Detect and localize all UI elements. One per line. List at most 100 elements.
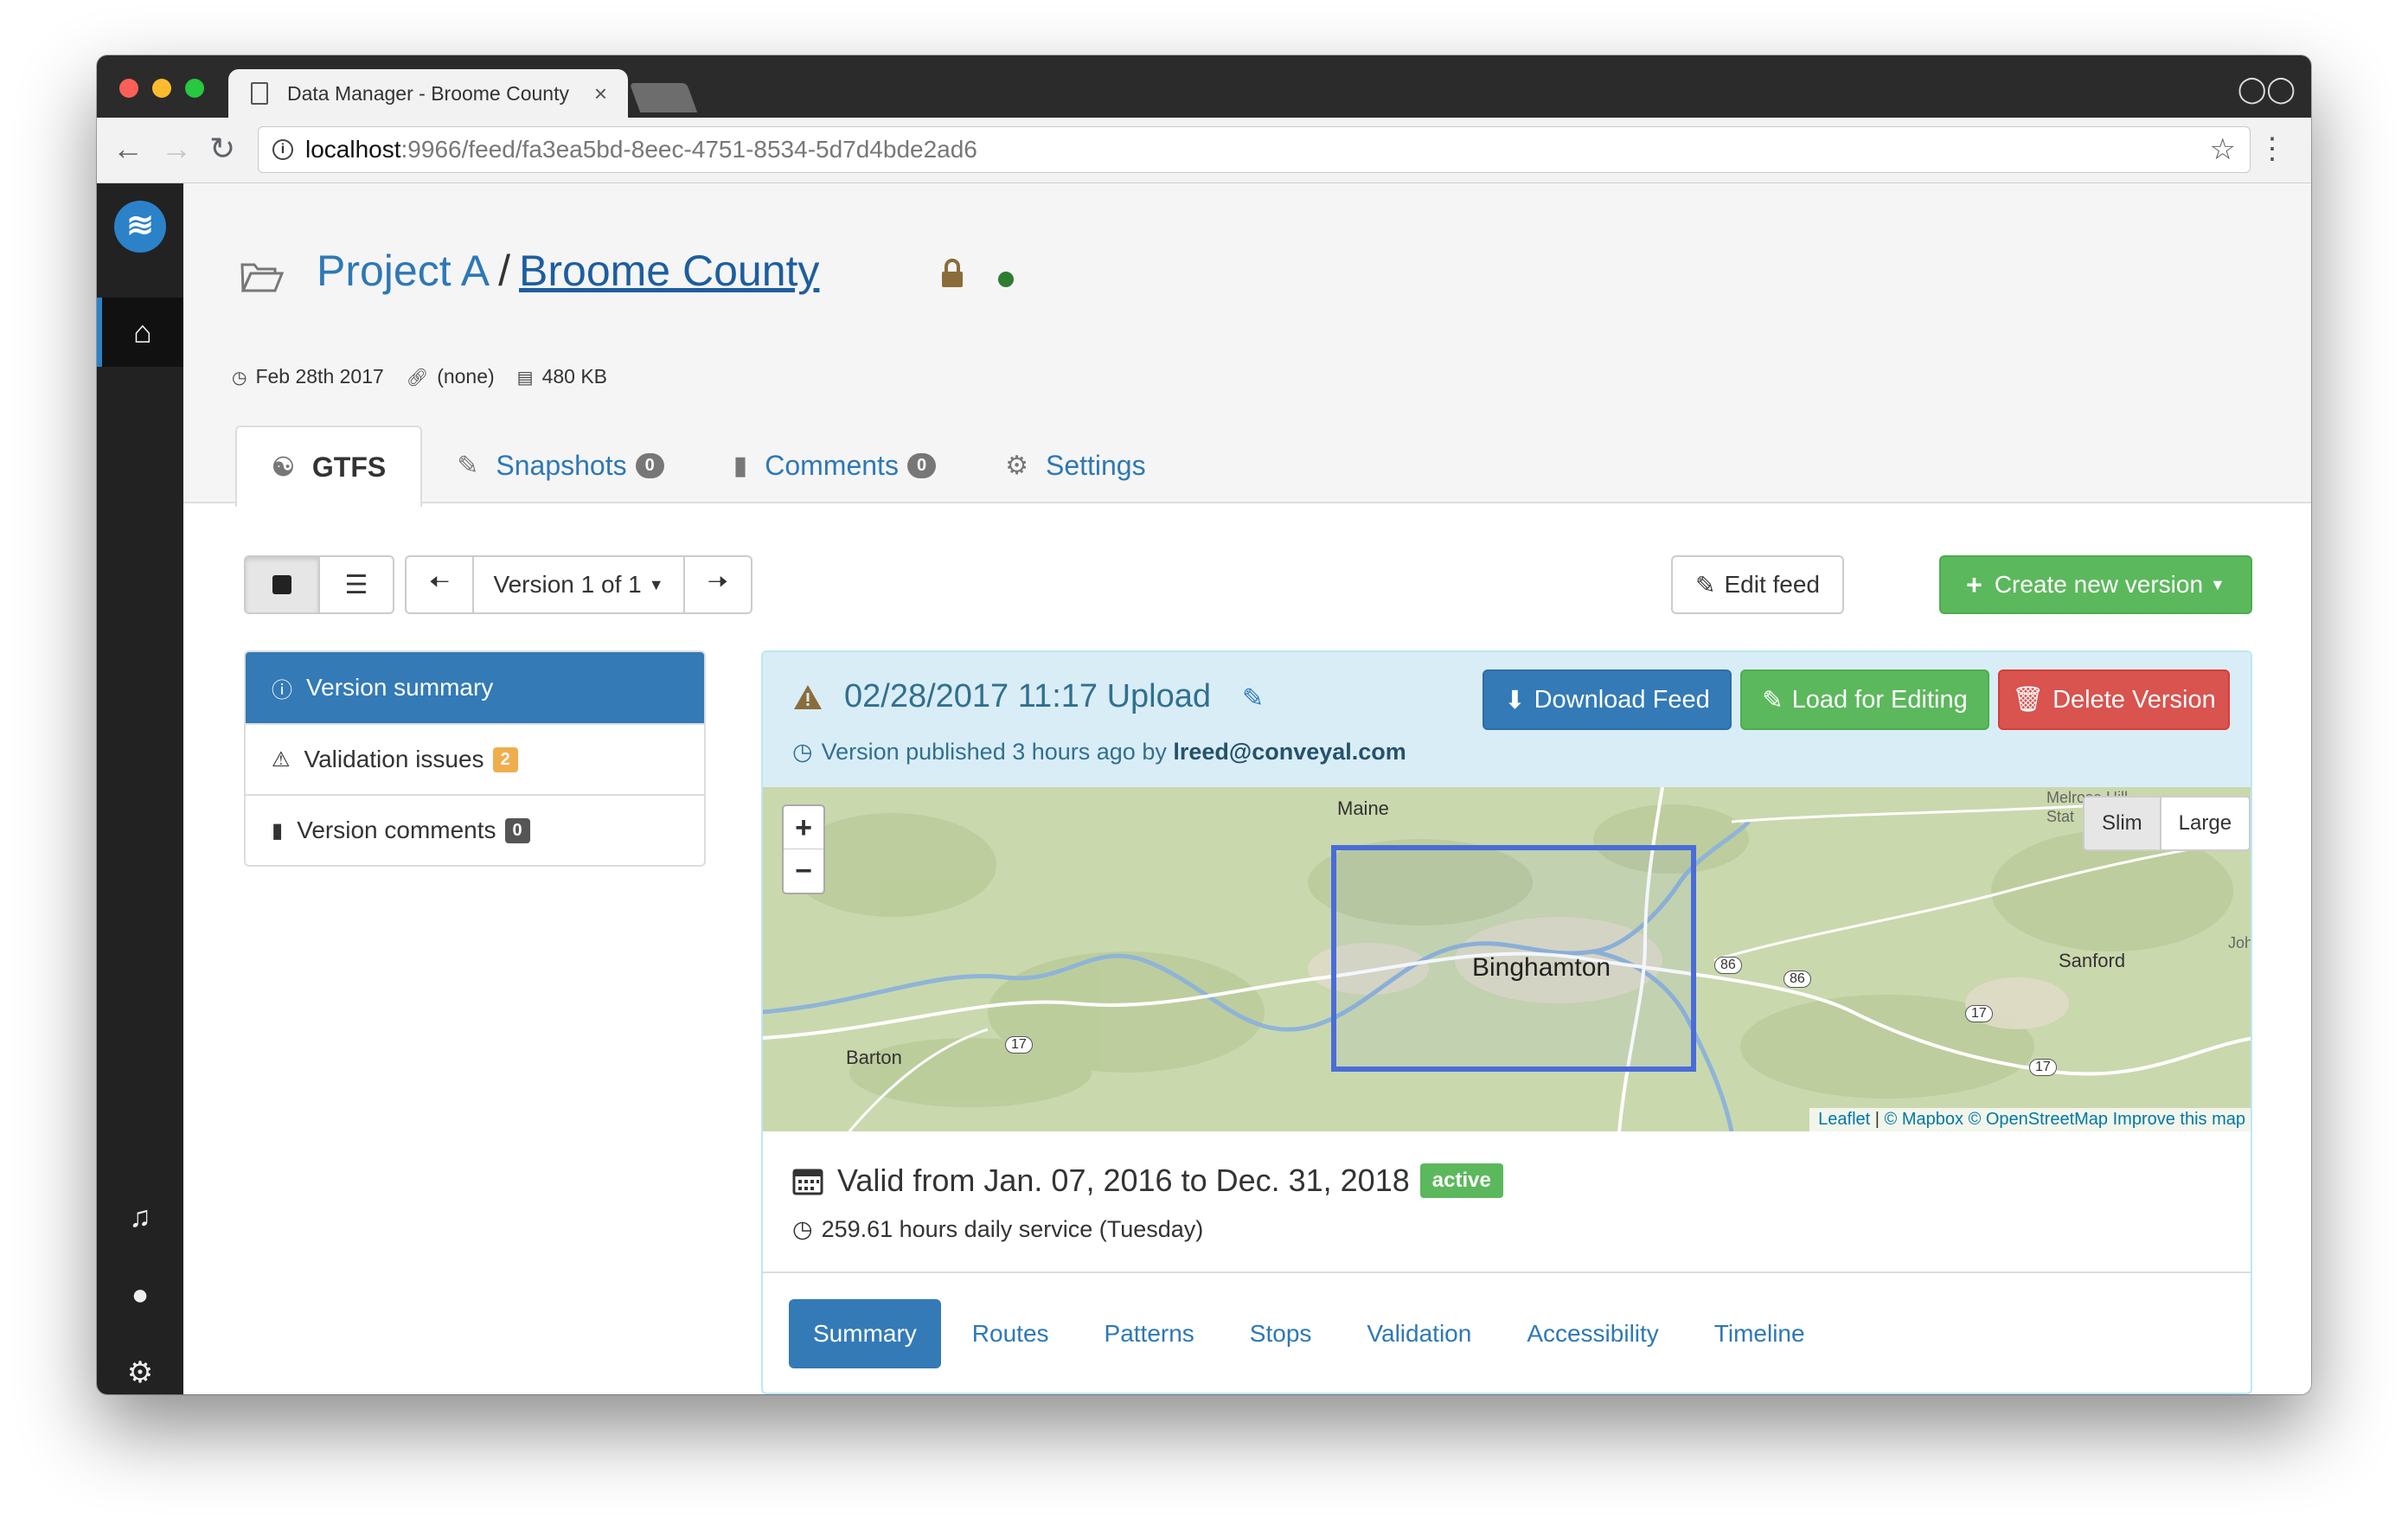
feed-name-link[interactable]: Broome County (519, 247, 819, 295)
feed-header: Project A / Broome County ◷ Feb 28th 2017 🔗… (183, 183, 2311, 507)
create-version-button[interactable]: + Create new version ▼ (1939, 555, 2252, 614)
version-select[interactable]: Version 1 of 1 ▼ (472, 555, 685, 614)
tab-gtfs[interactable]: ☯ GTFS (235, 426, 423, 507)
map-label-station: Stat (2046, 808, 2075, 825)
map-zoom-control: + − (782, 804, 825, 894)
divider (763, 1272, 2251, 1273)
app-logo[interactable]: ≋ (114, 201, 166, 253)
tab-stops[interactable]: Stops (1226, 1299, 1336, 1368)
tab-validation[interactable]: Validation (1342, 1299, 1495, 1368)
address-bar[interactable]: i localhost:9966/feed/fa3ea5bd-8eec-4751… (258, 126, 2251, 173)
mapbox-link[interactable]: © Mapbox (1885, 1110, 1963, 1129)
validity-line: Valid from Jan. 07, 2016 to Dec. 31, 201… (792, 1163, 1503, 1199)
download-feed-button[interactable]: ⬇ Download Feed (1483, 669, 1732, 730)
info-circle-icon: ⓘ (272, 678, 292, 702)
back-icon[interactable]: ← (112, 131, 144, 166)
trash-icon: 🗑︎ (2012, 686, 2045, 714)
browser-menu-icon[interactable]: ⋮ (2258, 131, 2287, 166)
clock-icon: ◷ (792, 1216, 813, 1242)
edit-feed-button[interactable]: ✎ Edit feed (1671, 555, 1844, 614)
caret-down-icon: ▼ (2210, 575, 2225, 593)
tab-close-icon[interactable]: × (594, 80, 607, 107)
tab-patterns[interactable]: Patterns (1080, 1299, 1219, 1368)
map-label-sanford: Sanford (2059, 950, 2126, 971)
tab-routes[interactable]: Routes (948, 1299, 1073, 1368)
home-icon[interactable]: ⌂ (97, 298, 183, 367)
info-icon[interactable]: i (272, 139, 293, 160)
side-nav-validation-issues[interactable]: ⚠ Validation issues 2 (246, 723, 704, 794)
next-version-button[interactable]: 🠢 (683, 555, 752, 614)
delete-version-button[interactable]: 🗑︎ Delete Version (1998, 669, 2230, 730)
view-card-button[interactable] (244, 555, 320, 614)
tab-summary[interactable]: Summary (789, 1299, 941, 1368)
gear-icon: ⚙ (1005, 451, 1028, 480)
version-side-nav: ⓘ Version summary ⚠ Validation issues 2 … (244, 650, 706, 867)
feed-tabs: ☯ GTFS ✎ Snapshots 0 ▮ Comments 0 ⚙ Sett… (235, 426, 1181, 507)
folder-open-icon (240, 263, 284, 292)
caret-down-icon: ▼ (648, 575, 664, 593)
pencil-icon: ✎ (1762, 686, 1784, 714)
side-nav-version-comments[interactable]: ▮ Version comments 0 (246, 794, 704, 865)
lock-icon (942, 259, 963, 287)
project-link[interactable]: Project A (317, 247, 490, 295)
tab-comments[interactable]: ▮ Comments 0 (699, 426, 970, 505)
bookmark-star-icon[interactable]: ☆ (2210, 132, 2236, 167)
database-icon: ☯ (272, 452, 295, 482)
url-host: localhost (305, 136, 401, 163)
map-attribution: Leaflet | © Mapbox © OpenStreetMap Impro… (1809, 1108, 2251, 1131)
zoom-in-button[interactable]: + (784, 806, 823, 849)
improve-map-link[interactable]: Improve this map (2113, 1110, 2245, 1129)
feed-map[interactable]: Maine Binghamton Barton Sanford Melrose … (763, 787, 2251, 1131)
arrow-right-icon: 🠢 (708, 568, 728, 595)
side-nav-label: Validation issues (304, 746, 484, 772)
tab-label: Snapshots (496, 449, 627, 481)
view-list-button[interactable]: ☰ (318, 555, 394, 614)
user-icon[interactable]: ● (97, 1265, 183, 1325)
gear-icon[interactable]: ⚙ (97, 1342, 183, 1394)
tab-accessibility[interactable]: Accessibility (1502, 1299, 1682, 1368)
reload-icon[interactable]: ↻ (209, 131, 235, 166)
load-for-editing-button[interactable]: ✎ Load for Editing (1740, 669, 1989, 730)
version-detail-tabs: Summary Routes Patterns Stops Validation… (789, 1299, 1836, 1368)
forward-icon[interactable]: → (161, 131, 192, 166)
tab-settings[interactable]: ⚙ Settings (970, 426, 1181, 505)
count-badge: 0 (906, 452, 937, 478)
tab-label: Comments (765, 449, 899, 481)
stop-icon (272, 575, 291, 594)
maximize-window-button[interactable] (185, 79, 204, 98)
tab-title: Data Manager - Broome County (287, 81, 569, 105)
route-shield-17: 17 (2029, 1059, 2057, 1076)
count-badge: 0 (635, 452, 664, 478)
leaflet-link[interactable]: Leaflet (1818, 1110, 1870, 1129)
minimize-window-button[interactable] (152, 79, 171, 98)
tab-label: Settings (1045, 449, 1146, 481)
browser-tab-active[interactable]: Data Manager - Broome County × (228, 69, 628, 118)
map-large-button[interactable]: Large (2161, 798, 2249, 849)
download-icon: ⬇ (1504, 686, 1526, 714)
tab-snapshots[interactable]: ✎ Snapshots 0 (422, 426, 698, 505)
route-shield-86: 86 (1784, 970, 1811, 988)
close-window-button[interactable] (119, 79, 138, 98)
version-title: 02/28/2017 11:17 Upload (844, 678, 1211, 714)
warning-icon (794, 685, 822, 709)
app-sidebar: ≋ ⌂ ♫ ● ⚙ (97, 183, 183, 1394)
tab-timeline[interactable]: Timeline (1690, 1299, 1829, 1368)
map-label-barton: Barton (846, 1047, 902, 1068)
comment-count-badge: 0 (504, 817, 530, 843)
version-label: Version 1 of 1 (493, 571, 642, 598)
new-tab-button[interactable] (629, 83, 698, 112)
map-slim-button[interactable]: Slim (2085, 798, 2161, 849)
bell-icon[interactable]: ♫ (97, 1187, 183, 1247)
pencil-icon[interactable]: ✎ (1242, 683, 1264, 714)
previous-version-button[interactable]: 🠠 (405, 555, 474, 614)
clock-icon: ◷ (232, 368, 247, 388)
clock-icon: ◷ (792, 739, 813, 765)
route-shield-17: 17 (1965, 1005, 1993, 1022)
version-published: ◷ Version published 3 hours ago by lreed@… (792, 739, 1406, 766)
osm-link[interactable]: © OpenStreetMap (1969, 1110, 2108, 1129)
side-nav-version-summary[interactable]: ⓘ Version summary (246, 652, 704, 723)
incognito-icon: ◯◯ (2237, 75, 2296, 104)
daily-service-hours: ◷ 259.61 hours daily service (Tuesday) (792, 1216, 1203, 1243)
zoom-out-button[interactable]: − (784, 849, 823, 893)
published-prefix: Version published 3 hours ago by (821, 739, 1174, 765)
